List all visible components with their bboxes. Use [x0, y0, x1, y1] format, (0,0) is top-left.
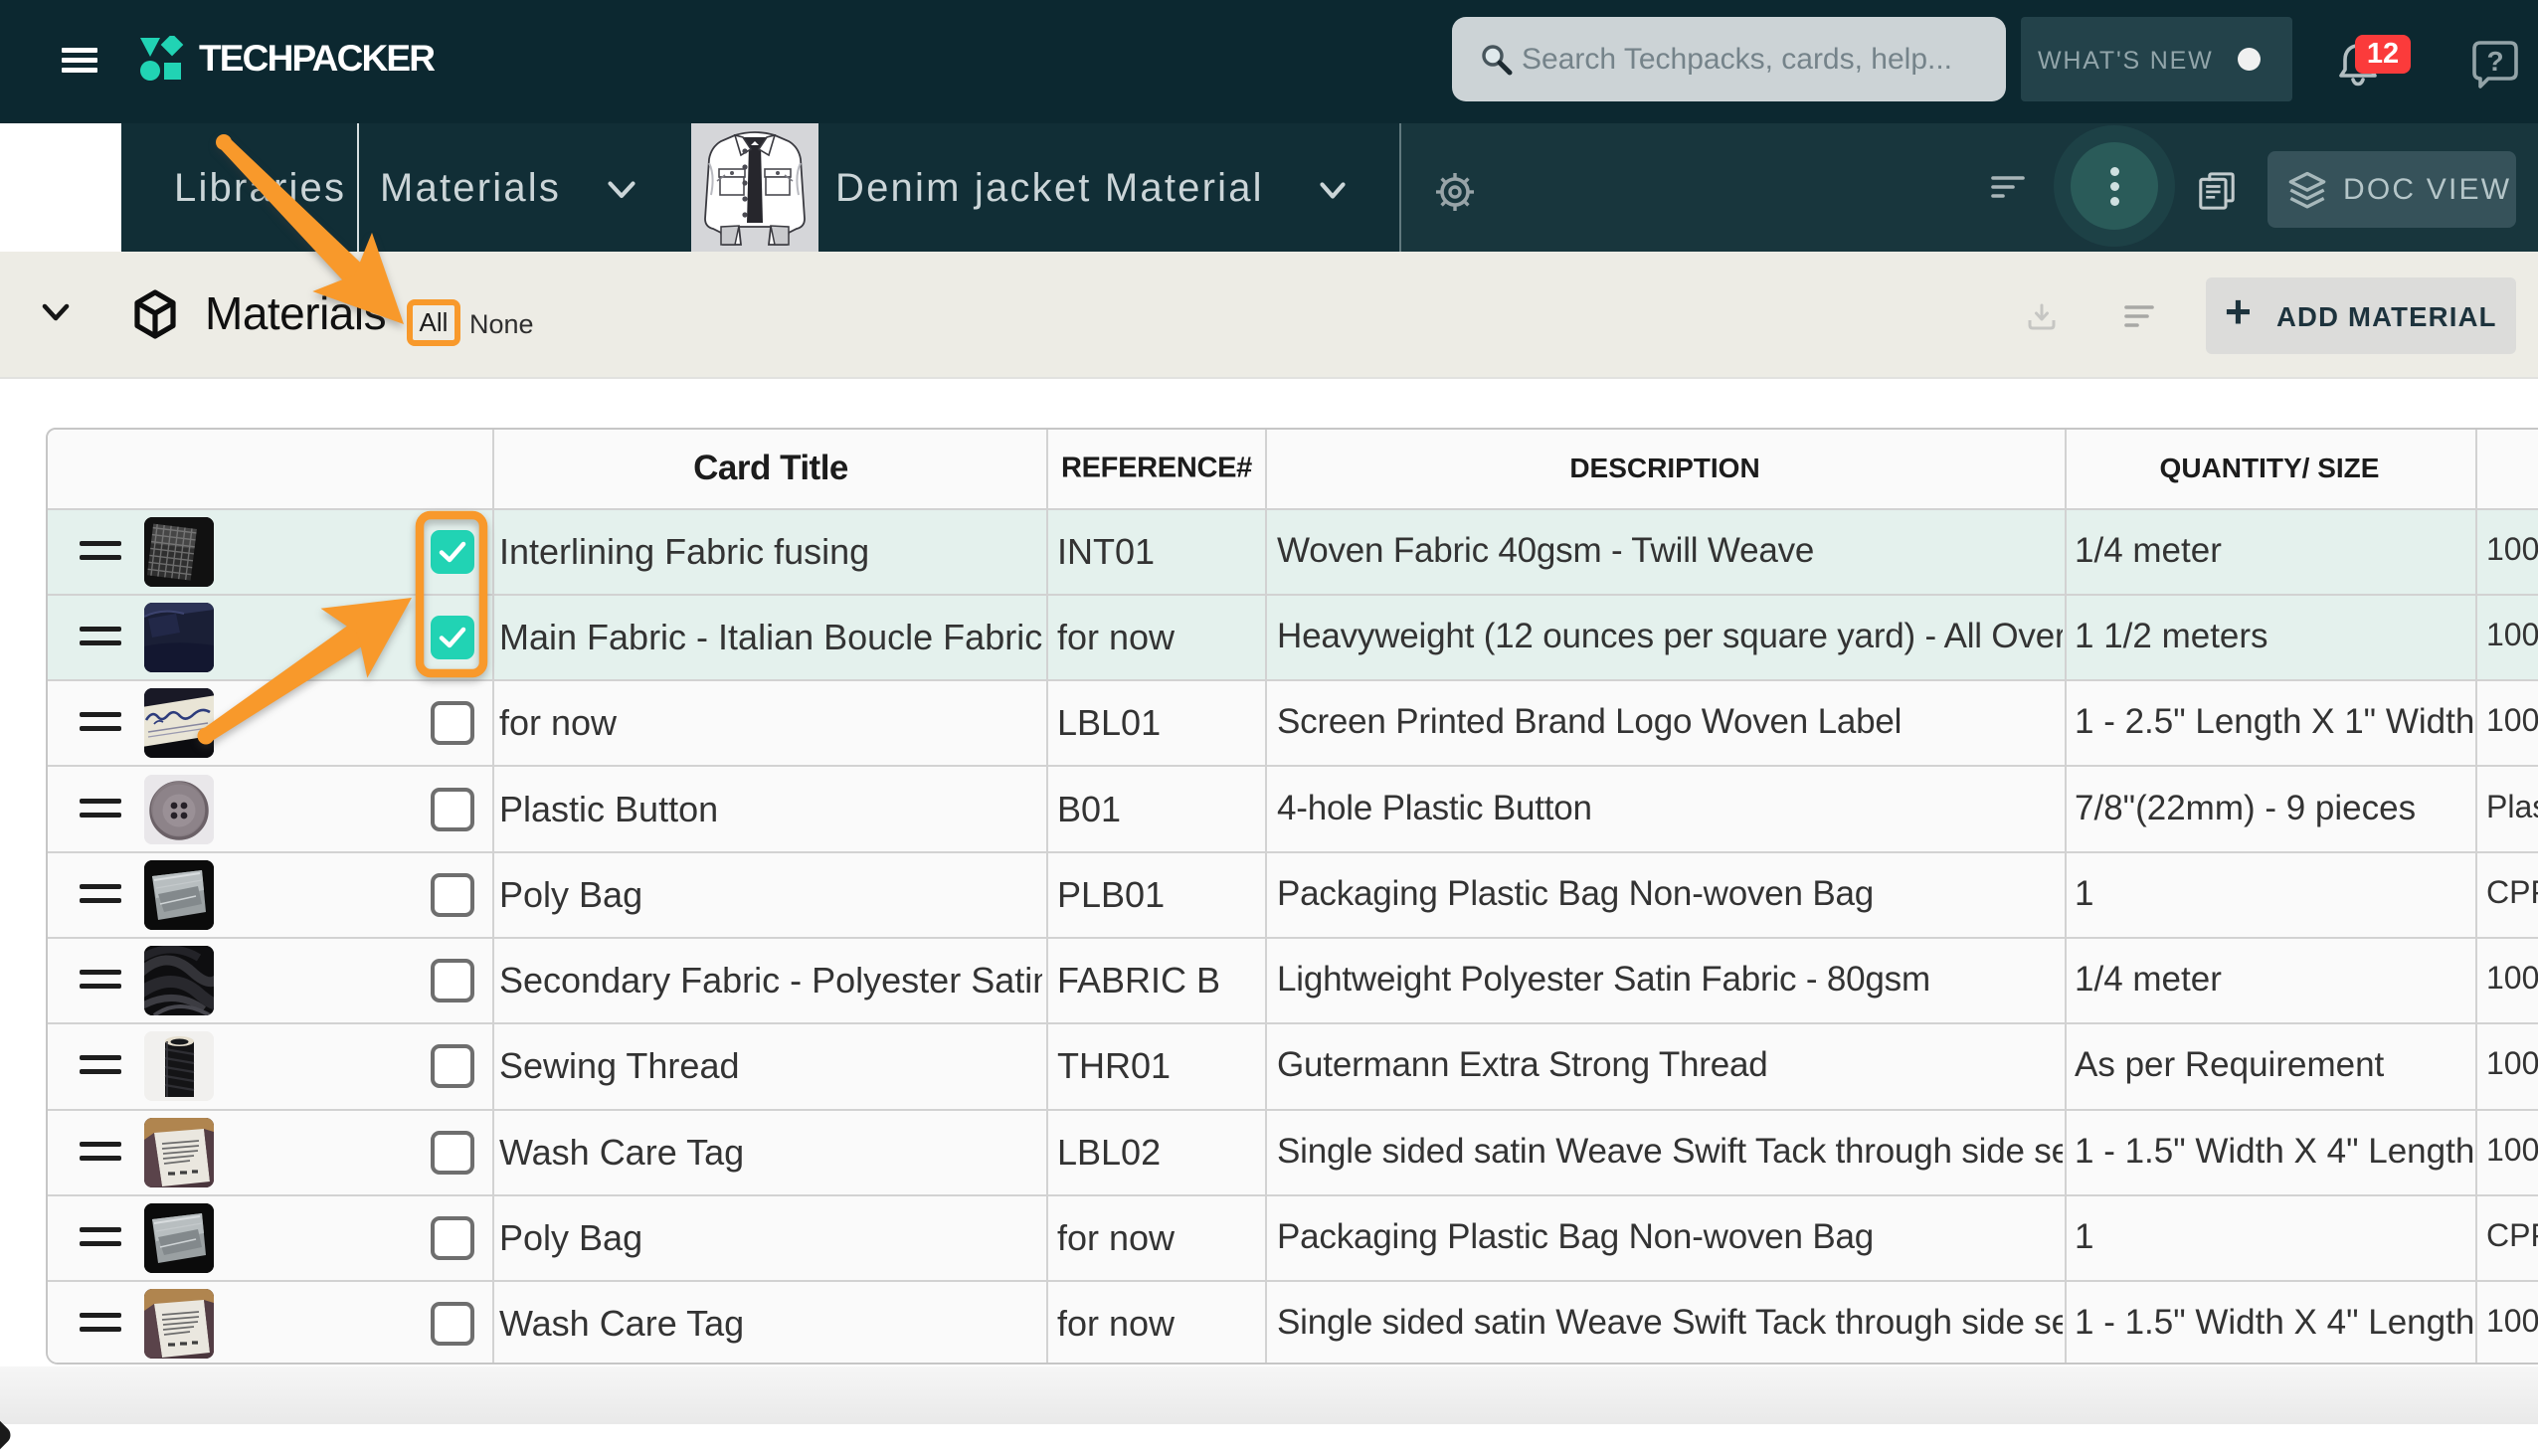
svg-text:?: ?	[2486, 46, 2503, 77]
